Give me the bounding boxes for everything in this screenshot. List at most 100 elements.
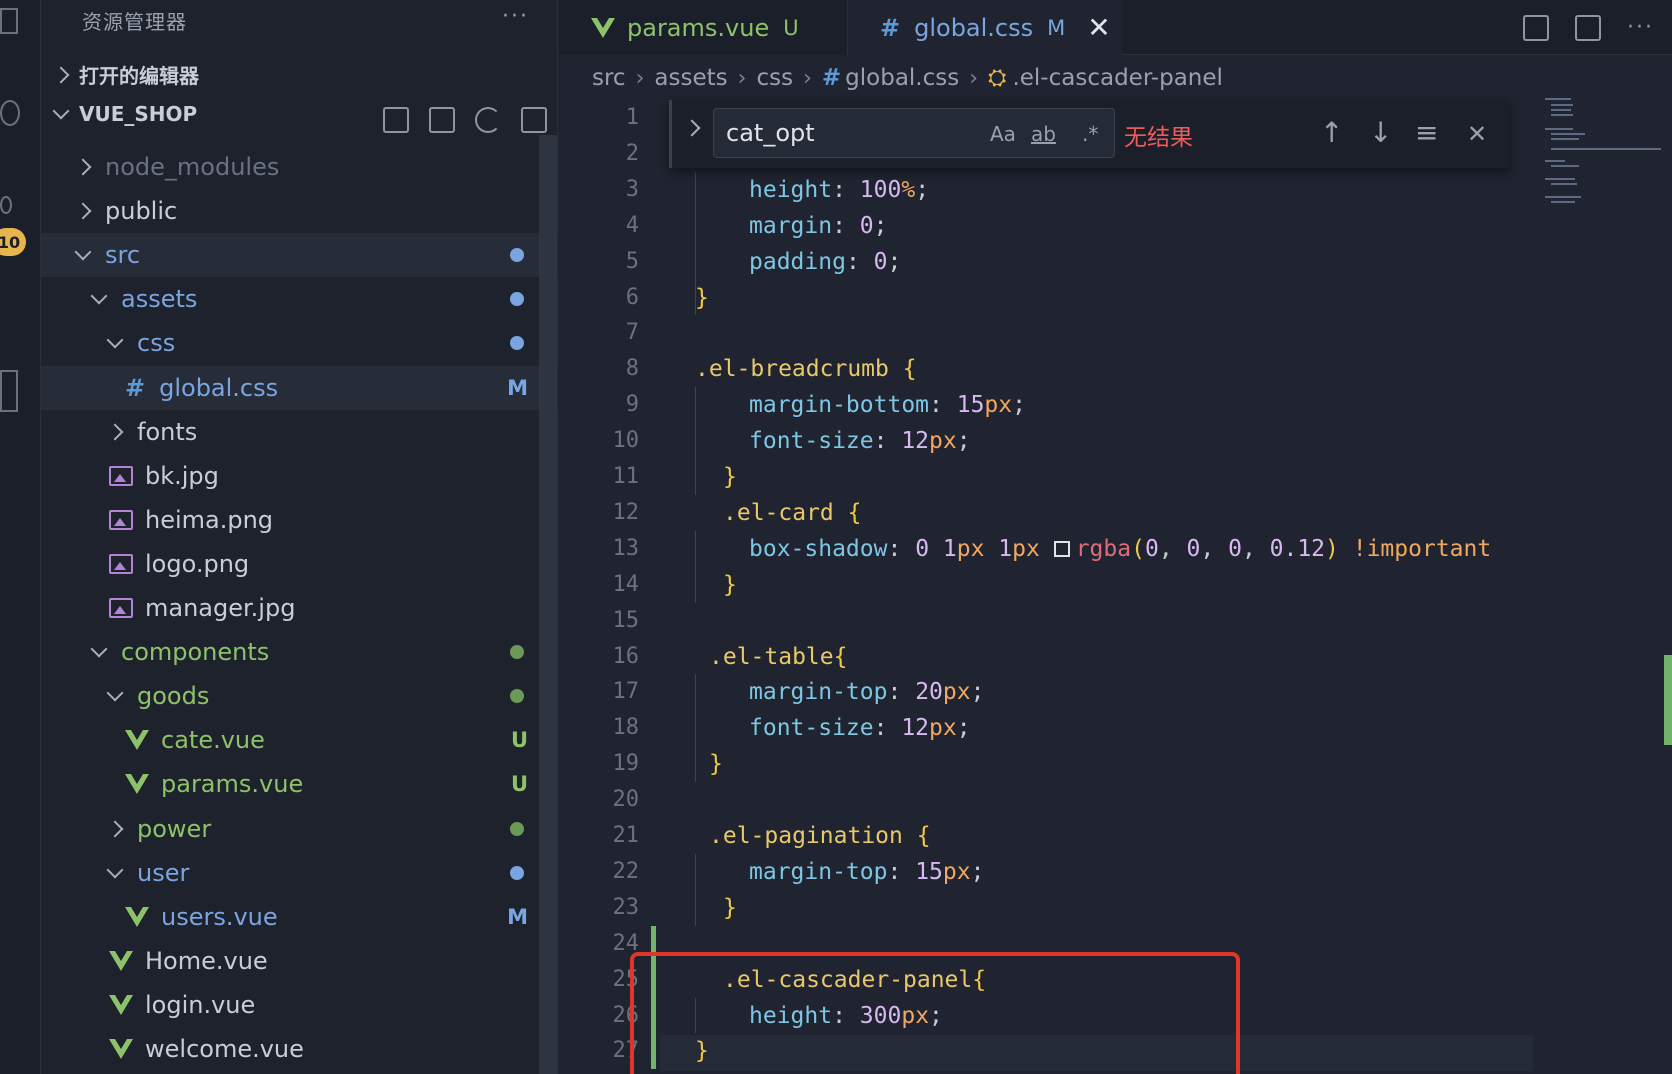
tree-item[interactable]: bk.jpg bbox=[41, 454, 558, 498]
vue-file-icon bbox=[591, 17, 615, 38]
code-token: : bbox=[873, 715, 902, 742]
git-status-badge: M bbox=[507, 904, 528, 929]
code-token: ) bbox=[1325, 535, 1353, 562]
tab-global-css[interactable]: # global.css M ✕ bbox=[848, 0, 1122, 55]
tree-item[interactable]: assets bbox=[41, 277, 558, 321]
refresh-icon[interactable] bbox=[475, 107, 501, 133]
code-token: { bbox=[847, 499, 862, 526]
tree-item-label: users.vue bbox=[161, 902, 278, 931]
new-file-icon[interactable] bbox=[383, 107, 409, 133]
explorer-more-button[interactable]: ··· bbox=[502, 4, 529, 29]
tab-params-vue[interactable]: params.vue U bbox=[559, 0, 848, 55]
regex-icon[interactable]: .* bbox=[1082, 122, 1098, 146]
code-line: } bbox=[709, 746, 723, 782]
tab-bar: params.vue U # global.css M ✕ ··· bbox=[559, 0, 1672, 55]
whole-word-icon[interactable]: ab bbox=[1031, 122, 1056, 146]
tree-item-label: Home.vue bbox=[145, 946, 268, 975]
tree-item[interactable]: fonts bbox=[41, 410, 558, 454]
compare-changes-icon[interactable] bbox=[1523, 14, 1550, 41]
tab-label: global.css bbox=[914, 13, 1034, 42]
code-token: ( bbox=[1131, 535, 1145, 562]
code-line: .el-table{ bbox=[709, 639, 847, 675]
vue-file-icon bbox=[125, 906, 149, 927]
extensions-icon[interactable] bbox=[0, 370, 18, 412]
tree-item[interactable]: user bbox=[41, 851, 558, 895]
tree-item[interactable]: src bbox=[41, 233, 558, 278]
tree-item[interactable]: node_modules bbox=[41, 145, 558, 189]
code-lines[interactable]: height: 100%; margin: 0; padding: 0;} .el-b… bbox=[559, 100, 1672, 1074]
breadcrumb-item[interactable]: ⛭ .el-cascader-panel bbox=[988, 65, 1223, 91]
open-editors-section[interactable]: 打开的编辑器 bbox=[52, 60, 199, 89]
code-token: margin-top bbox=[749, 858, 888, 885]
tree-item[interactable]: css bbox=[41, 321, 558, 365]
tree-item[interactable]: welcome.vue bbox=[41, 1027, 558, 1071]
sidebar-scrollbar[interactable] bbox=[539, 135, 557, 1074]
project-section[interactable]: VUE_SHOP bbox=[52, 102, 197, 126]
tree-item-label: fonts bbox=[137, 417, 198, 446]
tree-item-label: assets bbox=[121, 285, 198, 314]
code-token: px bbox=[929, 428, 957, 455]
modified-dot-icon bbox=[510, 821, 524, 836]
tree-item[interactable]: goods bbox=[41, 674, 558, 718]
code-line: font-size: 12 px; bbox=[749, 423, 971, 459]
code-token: 0 bbox=[1228, 535, 1242, 562]
code-line: margin-top: 15 px; bbox=[749, 854, 984, 890]
tree-item[interactable]: params.vue U bbox=[41, 762, 558, 806]
code-token: , bbox=[1241, 535, 1270, 562]
code-token: px bbox=[984, 392, 1013, 419]
code-token: 12 bbox=[901, 715, 930, 742]
chevron-right-icon bbox=[52, 66, 70, 83]
code-token: } bbox=[709, 751, 723, 778]
tree-item[interactable]: public bbox=[41, 189, 558, 233]
chevron-down-icon bbox=[90, 640, 108, 658]
next-match-icon[interactable]: ↓ bbox=[1369, 116, 1392, 149]
tree-item[interactable]: Home.vue bbox=[41, 939, 558, 983]
split-editor-icon[interactable] bbox=[1575, 14, 1602, 41]
toggle-replace-icon[interactable] bbox=[683, 119, 701, 137]
match-case-icon[interactable]: Aa bbox=[990, 122, 1016, 146]
tree-item[interactable]: power bbox=[41, 807, 558, 851]
git-status-badge: U bbox=[510, 772, 528, 797]
close-find-icon[interactable]: ✕ bbox=[1467, 120, 1487, 148]
image-file-icon bbox=[109, 598, 133, 618]
tree-item[interactable]: login.vue bbox=[41, 983, 558, 1027]
editor-scrollbar[interactable] bbox=[1664, 655, 1672, 745]
git-status-badge: U bbox=[510, 728, 528, 753]
tree-item[interactable]: logo.png bbox=[41, 542, 558, 586]
tree-item[interactable]: users.vue M bbox=[41, 895, 558, 939]
search-icon[interactable] bbox=[0, 100, 20, 126]
breadcrumb-item[interactable]: css bbox=[756, 65, 793, 91]
breadcrumb-item[interactable]: assets bbox=[654, 65, 727, 91]
explorer-icon[interactable] bbox=[0, 8, 18, 34]
indent-guide bbox=[695, 853, 696, 926]
code-line: margin-bottom: 15 px; bbox=[749, 387, 1026, 423]
breadcrumb-item[interactable]: src bbox=[592, 65, 626, 91]
modified-dot-icon bbox=[510, 689, 524, 704]
tree-item[interactable]: heima.png bbox=[41, 498, 558, 542]
previous-match-icon[interactable]: ↑ bbox=[1320, 116, 1343, 149]
close-tab-icon[interactable]: ✕ bbox=[1087, 11, 1110, 44]
breadcrumb-item[interactable]: # global.css bbox=[822, 65, 959, 91]
code-token: px bbox=[956, 535, 999, 562]
indent-guide bbox=[695, 387, 696, 495]
code-token: , bbox=[1158, 535, 1187, 562]
new-folder-icon[interactable] bbox=[429, 107, 455, 133]
tree-item[interactable]: cate.vue U bbox=[41, 718, 558, 762]
tree-item-label: node_modules bbox=[105, 153, 280, 181]
collapse-all-icon[interactable] bbox=[521, 107, 547, 133]
tree-item[interactable]: components bbox=[41, 630, 558, 674]
color-swatch-icon[interactable] bbox=[1053, 540, 1070, 557]
tree-item-label: cate.vue bbox=[161, 726, 265, 755]
source-control-icon[interactable] bbox=[0, 196, 12, 214]
find-in-selection-icon[interactable]: ≡ bbox=[1415, 116, 1438, 149]
more-actions-icon[interactable]: ··· bbox=[1627, 15, 1654, 40]
modified-dot-icon bbox=[510, 865, 524, 880]
chevron-down-icon bbox=[106, 331, 124, 349]
tree-item-label: src bbox=[105, 241, 141, 270]
minimap[interactable] bbox=[1537, 96, 1672, 216]
tree-item[interactable]: # global.css M bbox=[41, 365, 558, 410]
code-token: 1 bbox=[998, 535, 1013, 562]
symbol-class-icon: ⛭ bbox=[988, 65, 1007, 91]
code-line: margin: 0; bbox=[749, 208, 888, 244]
tree-item[interactable]: manager.jpg bbox=[41, 586, 558, 630]
